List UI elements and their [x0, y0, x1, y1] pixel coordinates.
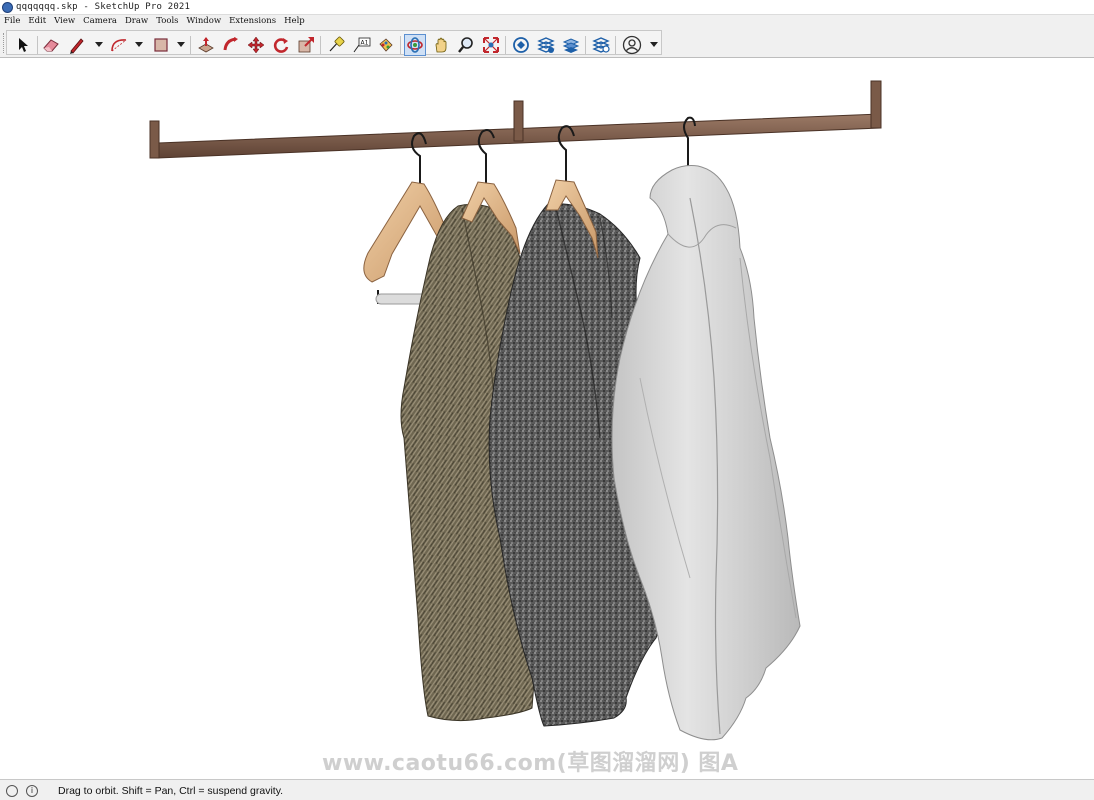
toolbar-separator — [320, 36, 321, 54]
clothes-rail — [149, 80, 882, 159]
follow-me-tool-button[interactable] — [220, 34, 242, 56]
user-account-icon — [622, 35, 642, 55]
extension-manager-icon — [592, 37, 610, 53]
model-scene — [149, 80, 882, 741]
zoom-extents-icon — [483, 37, 499, 53]
select-tool-button[interactable] — [12, 34, 34, 56]
tape-measure-tool-button[interactable] — [325, 34, 347, 56]
3d-warehouse-icon — [513, 37, 529, 53]
watermark-text: www.caotu66.com(草图溜溜网) 图A — [322, 751, 739, 776]
pencil-icon — [70, 38, 84, 54]
zoom-tool-button[interactable] — [455, 34, 477, 56]
account-button[interactable] — [621, 34, 643, 56]
eraser-tool-button[interactable] — [40, 34, 62, 56]
arc-icon — [111, 39, 127, 52]
menu-tools[interactable]: Tools — [152, 15, 182, 28]
pan-hand-icon — [435, 37, 447, 53]
move-tool-button[interactable] — [245, 34, 267, 56]
send-to-layout-button[interactable] — [560, 34, 582, 56]
toolbar-separator — [190, 36, 191, 54]
rectangle-icon — [154, 38, 168, 52]
push-pull-tool-button[interactable] — [195, 34, 217, 56]
toolbar-separator — [505, 36, 506, 54]
text-tool-button[interactable]: A1 — [350, 34, 372, 56]
shape-tool-dropdown[interactable] — [177, 42, 185, 47]
paint-bucket-icon — [379, 38, 393, 52]
3d-warehouse-button[interactable] — [510, 34, 532, 56]
eraser-icon — [43, 39, 59, 52]
toolbar-separator — [585, 36, 586, 54]
menu-edit[interactable]: Edit — [24, 15, 50, 28]
cursor-arrow-icon — [19, 38, 28, 52]
rotate-icon — [273, 38, 289, 53]
extension-warehouse-button[interactable] — [535, 34, 557, 56]
menu-bar: File Edit View Camera Draw Tools Window … — [0, 15, 1094, 28]
status-message: Drag to orbit. Shift = Pan, Ctrl = suspe… — [58, 784, 284, 797]
window-title: qqqqqqq.skp - SketchUp Pro 2021 — [16, 2, 191, 12]
zoom-extents-tool-button[interactable] — [480, 34, 502, 56]
menu-help[interactable]: Help — [280, 15, 309, 28]
sketchup-window: qqqqqqq.skp - SketchUp Pro 2021 File Edi… — [0, 0, 1094, 800]
follow-me-icon — [223, 37, 238, 51]
arc-tool-dropdown[interactable] — [135, 42, 143, 47]
magnifier-icon — [458, 37, 473, 53]
toolbar-separator — [37, 36, 38, 54]
menu-file[interactable]: File — [0, 15, 24, 28]
orbit-tool-button[interactable] — [404, 34, 426, 56]
sketchup-logo-icon — [2, 1, 13, 13]
menu-extensions[interactable]: Extensions — [225, 15, 280, 28]
scale-tool-button[interactable] — [295, 34, 317, 56]
title-bar: qqqqqqq.skp - SketchUp Pro 2021 — [0, 0, 1094, 15]
move-icon — [247, 36, 265, 54]
text-label-icon: A1 — [353, 37, 371, 53]
rotate-tool-button[interactable] — [270, 34, 292, 56]
account-dropdown[interactable] — [650, 42, 658, 47]
scale-icon — [298, 37, 314, 53]
model-viewport[interactable]: www.caotu66.com(草图溜溜网) 图A — [0, 58, 1094, 779]
extension-manager-button[interactable] — [590, 34, 612, 56]
geolocation-icon[interactable] — [6, 784, 18, 797]
orbit-icon — [407, 37, 423, 53]
tape-measure-icon — [329, 36, 345, 52]
line-tool-button[interactable] — [66, 34, 88, 56]
toolbar-separator — [400, 36, 401, 54]
line-tool-dropdown[interactable] — [95, 42, 103, 47]
getting-started-toolbar: A1 — [0, 29, 1094, 58]
send-to-layout-icon — [562, 38, 580, 53]
toolbar-separator — [615, 36, 616, 54]
menu-window[interactable]: Window — [183, 15, 226, 28]
menu-draw[interactable]: Draw — [121, 15, 152, 28]
menu-view[interactable]: View — [50, 15, 79, 28]
extension-warehouse-icon — [537, 37, 555, 53]
info-icon[interactable]: i — [26, 784, 38, 797]
menu-camera[interactable]: Camera — [79, 15, 121, 28]
arc-tool-button[interactable] — [108, 34, 130, 56]
text-tool-label: A1 — [361, 40, 369, 47]
status-bar: i Drag to orbit. Shift = Pan, Ctrl = sus… — [0, 779, 1094, 800]
push-pull-icon — [198, 37, 214, 53]
toolbar-panel: A1 — [6, 30, 662, 56]
paint-bucket-tool-button[interactable] — [375, 34, 397, 56]
pan-tool-button[interactable] — [430, 34, 452, 56]
shape-tool-button[interactable] — [150, 34, 172, 56]
